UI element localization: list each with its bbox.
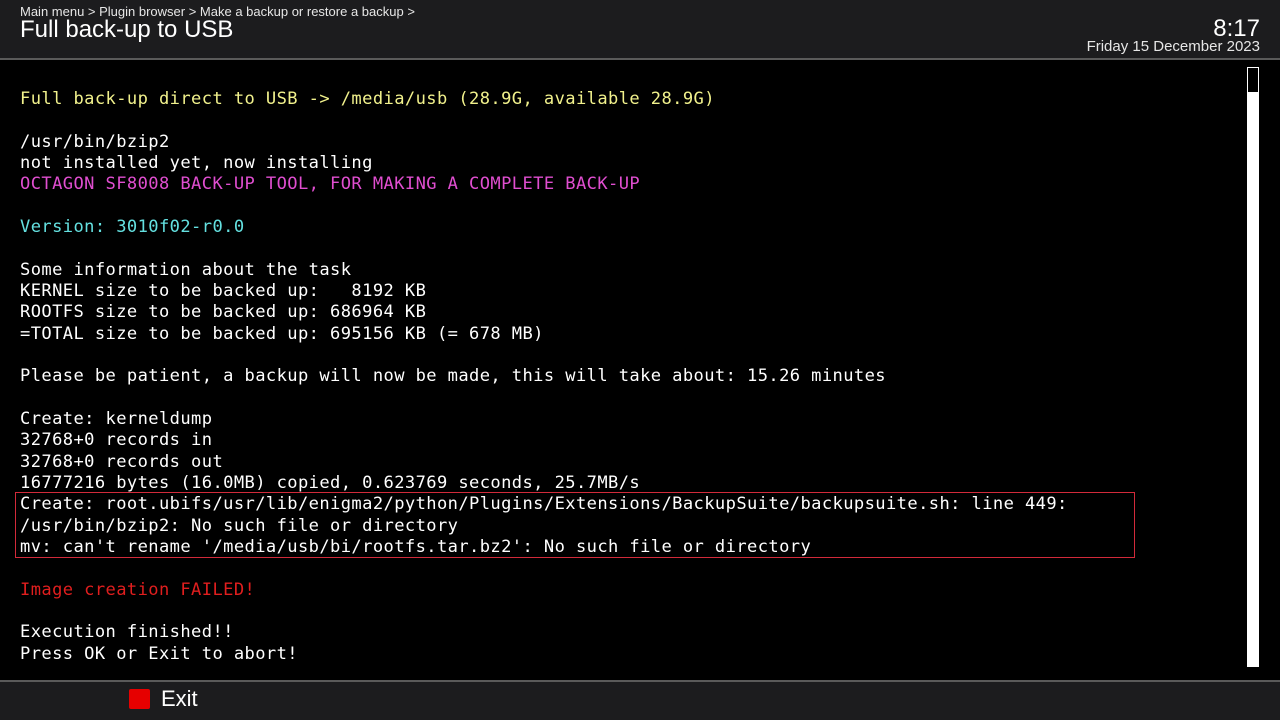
header-bar: Main menu > Plugin browser > Make a back…: [0, 0, 1280, 60]
console-line: OCTAGON SF8008 BACK-UP TOOL, FOR MAKING …: [20, 174, 641, 194]
console-line: 16777216 bytes (16.0MB) copied, 0.623769…: [20, 473, 641, 493]
scrollbar-track[interactable]: [1247, 67, 1259, 667]
clock-date: Friday 15 December 2023: [1086, 38, 1260, 55]
console-line: ROOTFS size to be backed up: 686964 KB: [20, 302, 427, 322]
console-line: 32768+0 records in: [20, 430, 213, 450]
scrollbar-thumb[interactable]: [1248, 68, 1258, 92]
console-line: 32768+0 records out: [20, 452, 224, 472]
page-title: Full back-up to USB: [20, 16, 234, 43]
console-line: =TOTAL size to be backed up: 695156 KB (…: [20, 324, 544, 344]
red-button-icon[interactable]: [129, 689, 150, 709]
console-line: /usr/bin/bzip2: [20, 132, 170, 152]
console-line-error: Image creation FAILED!: [20, 580, 256, 600]
console-output[interactable]: Full back-up direct to USB -> /media/usb…: [0, 60, 1240, 680]
exit-button-label[interactable]: Exit: [161, 686, 198, 712]
console-line: Version: 3010f02-r0.0: [20, 217, 245, 237]
console-line: Full back-up direct to USB -> /media/usb…: [20, 89, 715, 109]
console-line: Execution finished!!: [20, 622, 234, 642]
console-line: not installed yet, now installing: [20, 153, 373, 173]
console-line: Some information about the task: [20, 260, 352, 280]
console-line: Please be patient, a backup will now be …: [20, 366, 886, 386]
console-line: Press OK or Exit to abort!: [20, 644, 298, 664]
console-line: KERNEL size to be backed up: 8192 KB: [20, 281, 427, 301]
error-highlight-box: [15, 492, 1135, 558]
console-line: Create: kerneldump: [20, 409, 213, 429]
